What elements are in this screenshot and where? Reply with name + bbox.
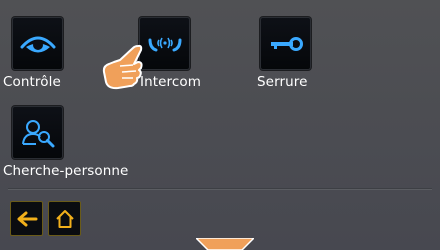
- intercom-handset-icon: [148, 37, 181, 51]
- control-label: Contrôle: [3, 74, 61, 90]
- home-icon: [55, 209, 74, 228]
- person-search-label: Cherche-personne: [3, 163, 129, 179]
- eye-icon: [20, 36, 55, 52]
- person-search-icon: [21, 119, 54, 147]
- intercom-tile[interactable]: [139, 17, 190, 70]
- pointer-hand-icon: [102, 44, 143, 90]
- divider: [8, 188, 432, 190]
- home-button[interactable]: [48, 201, 81, 236]
- lock-label: Serrure: [257, 74, 308, 90]
- arrow-left-icon: [17, 211, 37, 226]
- key-icon: [270, 36, 303, 51]
- scroll-down-icon[interactable]: [196, 238, 254, 250]
- back-button[interactable]: [10, 201, 43, 236]
- lock-tile[interactable]: [260, 17, 311, 70]
- control-tile[interactable]: [12, 17, 63, 70]
- intercom-label: Intercom: [140, 74, 202, 90]
- person-search-tile[interactable]: [12, 106, 63, 159]
- screen: Contrôle Intercom Serrure Cherche-person…: [0, 0, 440, 250]
